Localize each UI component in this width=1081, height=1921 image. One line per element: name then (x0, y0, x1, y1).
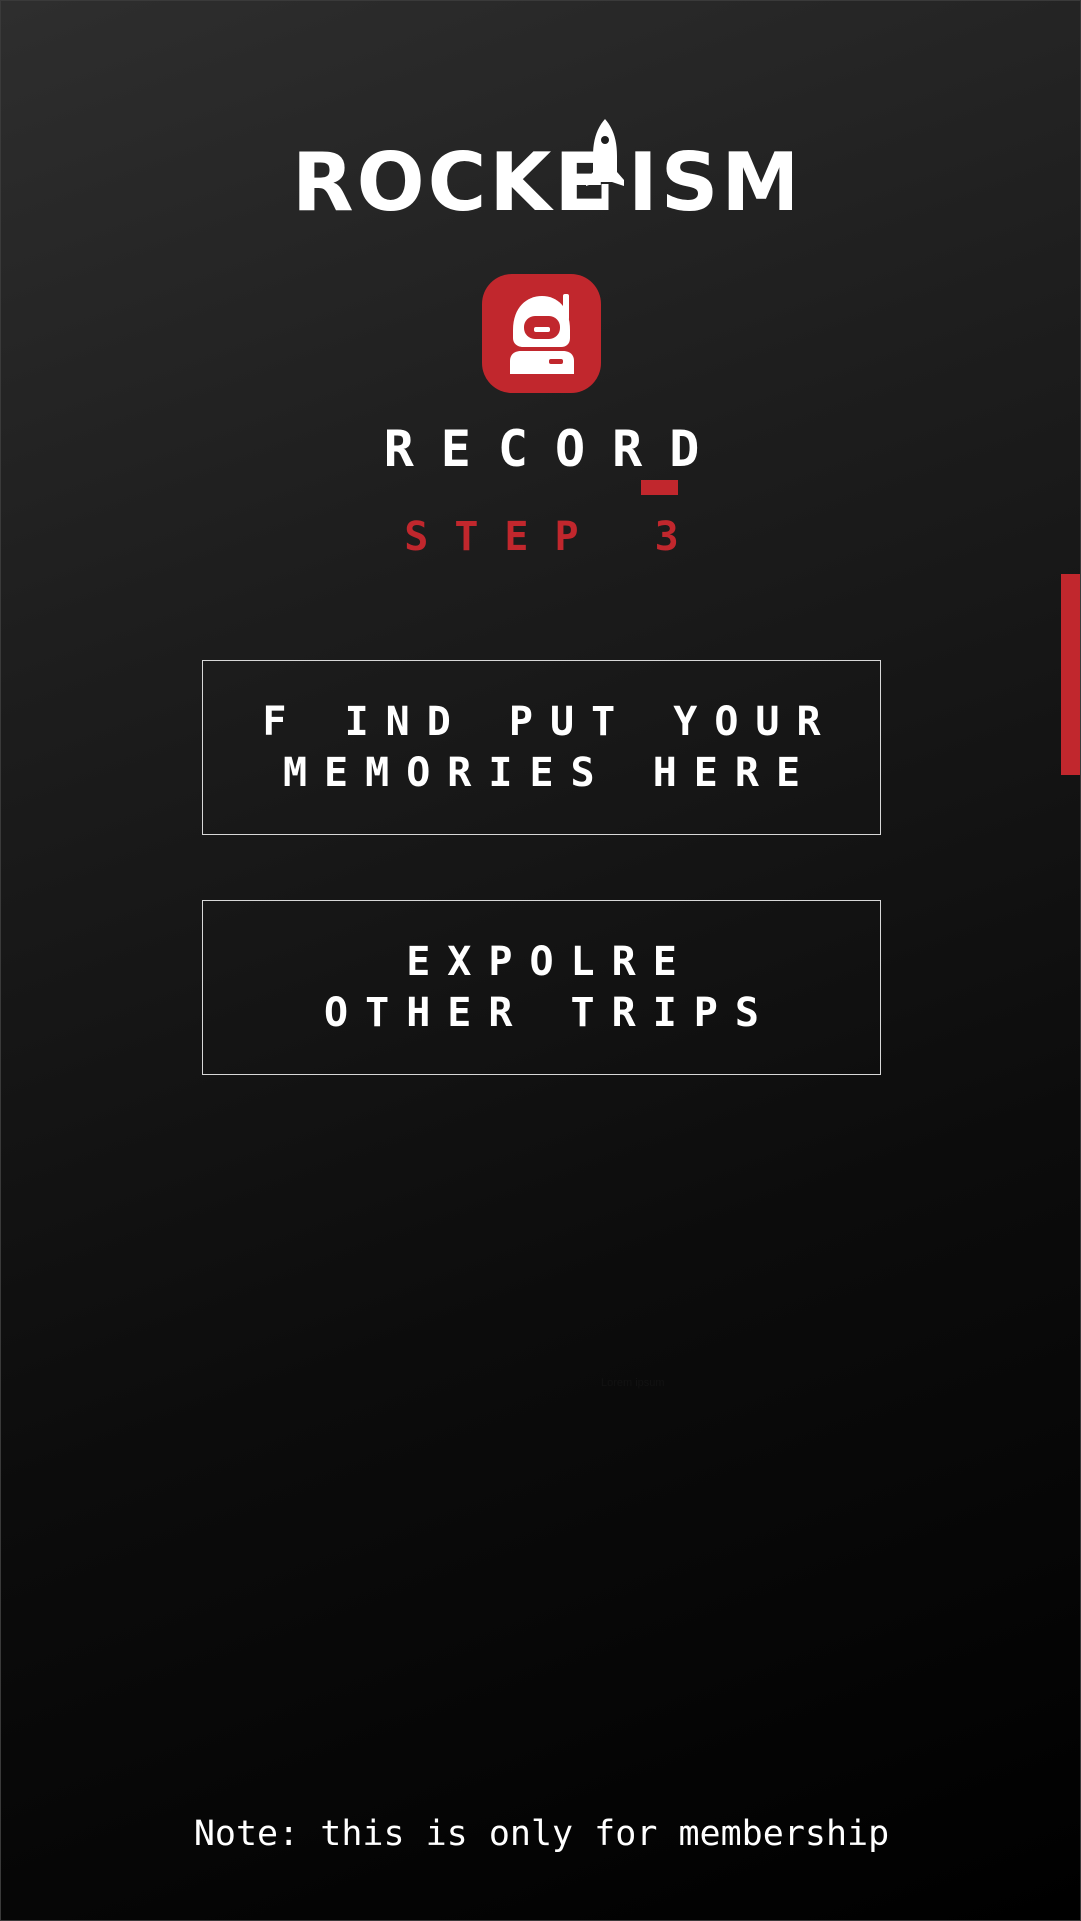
logo-graphic: ROCKE ISM (292, 119, 792, 216)
record-icon-tile (482, 274, 601, 393)
side-drawer-tab[interactable] (1061, 574, 1080, 775)
logo-text-left: ROCKE (292, 136, 612, 216)
astronaut-icon (510, 294, 574, 374)
add-memories-button-line2: MEMORIES HERE (282, 749, 818, 796)
membership-note: Note: this is only for membership (193, 1814, 890, 1854)
brand-logo: ROCKE ISM (1, 116, 1080, 216)
page-title: RECORD (383, 420, 727, 478)
title-accent-bar (641, 480, 678, 495)
step-indicator: STEP 3 (404, 514, 705, 560)
add-memories-button-line1: F IND PUT YOUR (262, 698, 838, 745)
app-screen: ROCKE ISM RECORD STEP 3 F IND PUT YOUR M… (0, 0, 1081, 1921)
logo-text-right: ISM (628, 136, 792, 216)
add-memories-button[interactable]: F IND PUT YOUR MEMORIES HERE (202, 660, 881, 835)
explore-trips-button-line1: EXPOLRE (406, 938, 694, 985)
explore-trips-button[interactable]: EXPOLRE OTHER TRIPS (202, 900, 881, 1075)
explore-trips-button-line2: OTHER TRIPS (324, 989, 776, 1036)
placeholder-text: Lorem ipsum (601, 1377, 665, 1389)
